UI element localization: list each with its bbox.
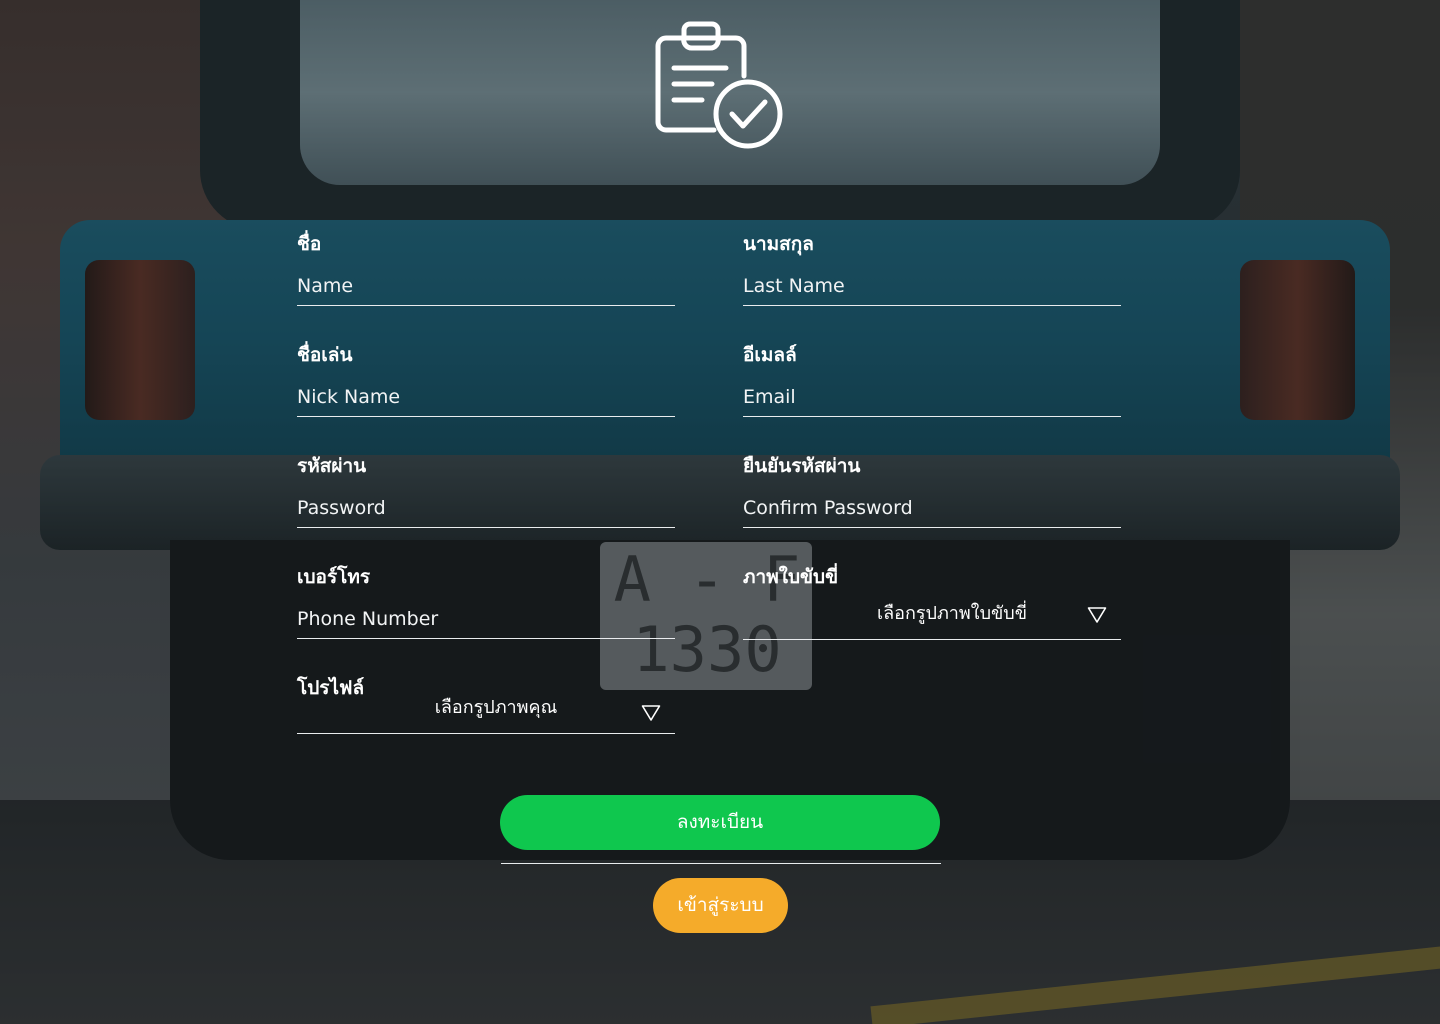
email-label: อีเมลล์ (743, 344, 797, 366)
license-image-field: ภาพใบขับขี่ เลือกรูปภาพใบขับขี่ (743, 565, 1121, 645)
first-name-field: ชื่อ (297, 232, 675, 312)
confirm-password-label: ยืนยันรหัสผ่าน (743, 455, 861, 477)
password-label: รหัสผ่าน (297, 455, 367, 477)
last-name-input[interactable] (743, 272, 1121, 306)
password-input[interactable] (297, 494, 675, 528)
email-field: อีเมลล์ (743, 343, 1121, 423)
last-name-field: นามสกุล (743, 232, 1121, 312)
nickname-label: ชื่อเล่น (297, 344, 353, 366)
password-field: รหัสผ่าน (297, 454, 675, 534)
phone-label: เบอร์โทร (297, 566, 371, 588)
background-photo: A - F 1330 (0, 0, 1440, 1024)
triangle-down-icon (641, 704, 661, 722)
last-name-label: นามสกุล (743, 233, 814, 255)
profile-image-select[interactable]: เลือกรูปภาพคุณ (297, 690, 675, 734)
confirm-password-input[interactable] (743, 494, 1121, 528)
profile-image-field: โปรไฟล์ เลือกรูปภาพคุณ (297, 676, 675, 736)
email-input[interactable] (743, 383, 1121, 417)
nickname-input[interactable] (297, 383, 675, 417)
phone-input[interactable] (297, 605, 675, 639)
profile-image-select-text: เลือกรูปภาพคุณ (434, 697, 558, 718)
login-button[interactable]: เข้าสู่ระบบ (653, 878, 788, 933)
nickname-field: ชื่อเล่น (297, 343, 675, 423)
divider (501, 863, 941, 864)
phone-field: เบอร์โทร (297, 565, 675, 645)
first-name-input[interactable] (297, 272, 675, 306)
register-button[interactable]: ลงทะเบียน (500, 795, 940, 850)
license-image-label: ภาพใบขับขี่ (743, 566, 839, 588)
clipboard-check-icon (654, 20, 786, 152)
confirm-password-field: ยืนยันรหัสผ่าน (743, 454, 1121, 534)
triangle-down-icon (1087, 606, 1107, 624)
first-name-label: ชื่อ (297, 233, 322, 255)
license-image-select[interactable]: เลือกรูปภาพใบขับขี่ (743, 596, 1121, 640)
license-image-select-text: เลือกรูปภาพใบขับขี่ (876, 603, 1028, 624)
